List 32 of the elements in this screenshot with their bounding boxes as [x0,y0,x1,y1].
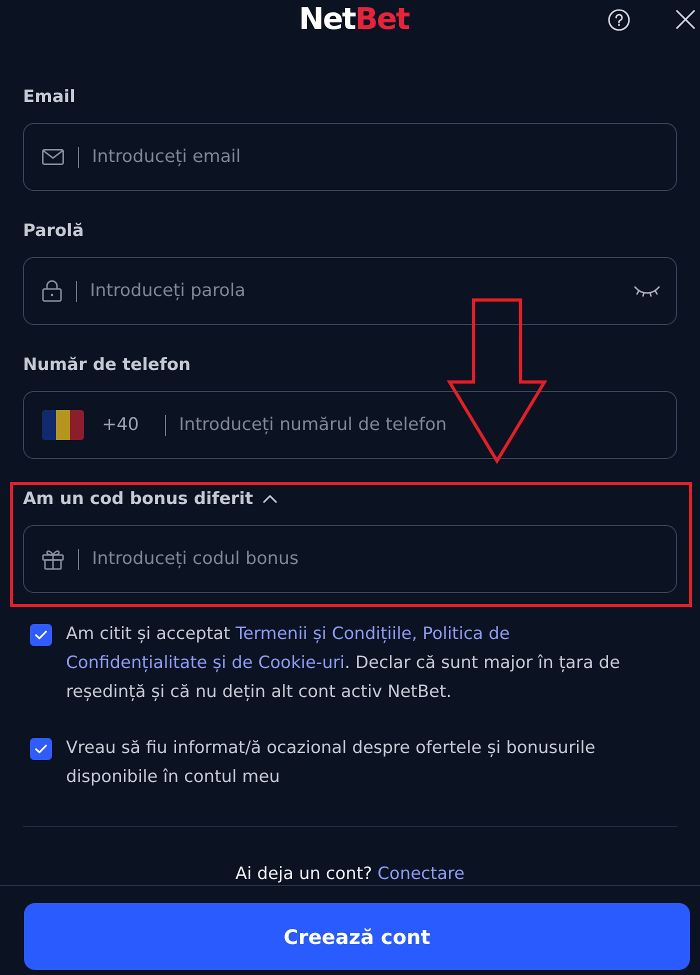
email-input[interactable]: Introduceți email [92,147,660,167]
checkbox[interactable] [30,624,52,646]
login-prompt-text: Ai deja un cont? Conectare [234,863,466,885]
bonus-code-input[interactable]: Introduceți codul bonus [92,549,660,569]
padlock-icon [42,280,62,302]
phone-field[interactable]: +40 Introduceți numărul de telefon [23,391,677,459]
password-label: Parolă [23,220,84,243]
terms-consent-text: Am citit și acceptat Termenii și Condițiile, Politica de Confidențialitate și de Cookie-uri. Declar că sunt major în țara de reședință și că nu dețin alt cont activ NetBet. [66,623,622,704]
password-field[interactable]: Introduceți parola [23,257,677,325]
eye-closed-icon[interactable] [634,285,660,297]
email-field[interactable]: Introduceți email [23,123,677,191]
flag-icon [42,410,84,440]
email-label: Email [23,86,76,109]
check-icon [35,744,47,754]
gift-icon [42,548,64,570]
close-icon[interactable] [676,10,695,29]
phone-number-input[interactable]: Introduceți numărul de telefon [178,415,660,435]
check-icon [35,630,47,640]
create-account-button[interactable]: Creează cont [24,903,690,970]
help-icon[interactable] [608,8,630,30]
envelope-icon [42,149,64,165]
bonus-code-field[interactable]: Introduceți codul bonus [23,525,677,593]
marketing-consent-text: Vreau să fiu informat/ă ocazional despre ofertele și bonusurile disponibile în contul meu [66,737,596,789]
password-input[interactable]: Introduceți parola [90,281,634,301]
phone-label: Număr de telefon [23,354,191,377]
country-code-button[interactable]: +40 [42,410,139,440]
policy-link[interactable]: Termenii și Condițiile, Politica de [236,624,510,644]
policy-link[interactable]: Confidențialitate și de Cookie-uri [66,653,345,673]
netbet-logo: NetBet [298,4,410,36]
bonus-code-toggle[interactable]: Am un cod bonus diferit [23,487,278,511]
checkbox[interactable] [30,738,52,760]
login-link[interactable]: Conectare [378,864,465,884]
